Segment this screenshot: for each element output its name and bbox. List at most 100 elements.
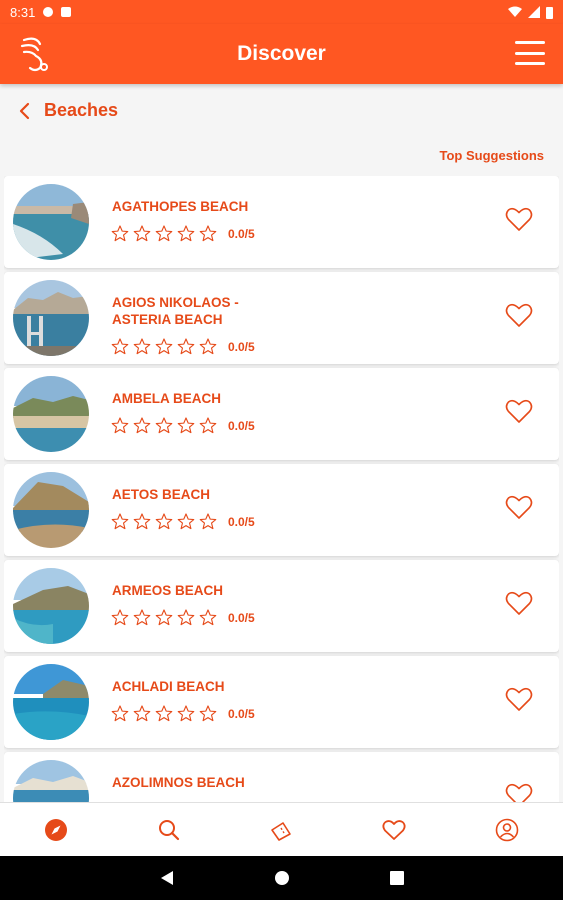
status-bar: 8:31	[0, 0, 563, 24]
menu-icon-line	[515, 51, 545, 55]
star-outline-icon[interactable]	[198, 416, 218, 435]
rating-value: 0.0/5	[228, 339, 255, 354]
wifi-icon	[508, 6, 522, 17]
beach-thumbnail	[13, 760, 89, 802]
nav-profile[interactable]	[487, 810, 527, 850]
system-navigation-bar	[0, 856, 563, 900]
star-outline-icon[interactable]	[176, 608, 196, 627]
rating-value: 0.0/5	[228, 226, 255, 241]
home-circle-icon[interactable]	[274, 870, 290, 886]
beach-name: AZOLIMNOS BEACH	[112, 775, 245, 790]
star-outline-icon[interactable]	[198, 704, 218, 723]
star-outline-icon[interactable]	[110, 416, 130, 435]
nav-favorites[interactable]	[374, 810, 414, 850]
star-outline-icon[interactable]	[198, 512, 218, 531]
back-label: Beaches	[44, 100, 119, 120]
star-outline-icon[interactable]	[198, 224, 218, 243]
beach-card[interactable]: ACHLADI BEACH 0.0/5	[4, 656, 559, 748]
beach-card[interactable]: AETOS BEACH 0.0/5	[4, 464, 559, 556]
search-icon	[158, 819, 179, 840]
menu-icon-line	[515, 41, 545, 44]
beach-card[interactable]: AMBELA BEACH 0.0/5	[4, 368, 559, 460]
favorite-heart-icon[interactable]	[505, 302, 533, 328]
beach-name: ACHLADI BEACH	[112, 679, 225, 694]
star-outline-icon[interactable]	[154, 512, 174, 531]
star-outline-icon[interactable]	[132, 704, 152, 723]
star-rating[interactable]: 0.0/5	[110, 416, 255, 435]
beach-thumbnail	[13, 184, 89, 260]
heart-icon	[382, 819, 406, 840]
favorite-heart-icon[interactable]	[505, 494, 533, 520]
beach-card[interactable]: AGIOS NIKOLAOS - ASTERIA BEACH 0.0/5	[4, 272, 559, 364]
star-outline-icon[interactable]	[132, 608, 152, 627]
star-outline-icon[interactable]	[154, 224, 174, 243]
favorite-heart-icon[interactable]	[505, 206, 533, 232]
star-outline-icon[interactable]	[176, 224, 196, 243]
battery-icon	[546, 6, 553, 19]
bottom-navigation	[0, 802, 563, 856]
nav-tickets[interactable]	[261, 810, 301, 850]
star-outline-icon[interactable]	[154, 416, 174, 435]
beach-thumbnail	[13, 472, 89, 548]
favorite-heart-icon[interactable]	[505, 398, 533, 424]
beach-card[interactable]: ARMEOS BEACH 0.0/5	[4, 560, 559, 652]
beach-card[interactable]: AZOLIMNOS BEACH	[4, 752, 559, 802]
menu-button[interactable]	[515, 41, 545, 65]
rating-value: 0.0/5	[228, 418, 255, 433]
star-outline-icon[interactable]	[132, 416, 152, 435]
page-title: Discover	[237, 42, 326, 65]
star-outline-icon[interactable]	[176, 416, 196, 435]
menu-icon-line	[515, 62, 545, 65]
star-rating[interactable]: 0.0/5	[110, 224, 255, 243]
sd-card-icon	[61, 7, 72, 17]
nav-discover[interactable]	[36, 810, 76, 850]
beach-card[interactable]: AGATHOPES BEACH 0.0/5	[4, 176, 559, 268]
favorite-heart-icon[interactable]	[505, 686, 533, 712]
back-button[interactable]: Beaches	[18, 100, 118, 121]
star-outline-icon[interactable]	[110, 224, 130, 243]
star-outline-icon[interactable]	[110, 608, 130, 627]
top-suggestions-link[interactable]: Top Suggestions	[440, 148, 544, 163]
star-outline-icon[interactable]	[154, 704, 174, 723]
star-outline-icon[interactable]	[110, 512, 130, 531]
star-rating[interactable]: 0.0/5	[110, 704, 255, 723]
beach-list[interactable]: AGATHOPES BEACH 0.0/5 AGIOS NIKOLAOS - A…	[4, 176, 559, 802]
app-bar: Discover	[0, 24, 563, 84]
star-outline-icon[interactable]	[132, 337, 152, 356]
beach-thumbnail	[13, 280, 89, 356]
star-rating[interactable]: 0.0/5	[110, 337, 255, 356]
star-outline-icon[interactable]	[110, 337, 130, 356]
star-rating[interactable]: 0.0/5	[110, 512, 255, 531]
star-outline-icon[interactable]	[198, 337, 218, 356]
status-time: 8:31	[10, 4, 36, 20]
rating-value: 0.0/5	[228, 706, 255, 721]
star-outline-icon[interactable]	[176, 704, 196, 723]
app-notification-icon	[43, 7, 54, 17]
star-outline-icon[interactable]	[154, 337, 174, 356]
chevron-left-icon	[19, 102, 30, 119]
beach-thumbnail	[13, 376, 89, 452]
beach-name: AGIOS NIKOLAOS - ASTERIA BEACH	[112, 295, 239, 327]
profile-icon	[495, 818, 518, 841]
star-outline-icon[interactable]	[132, 512, 152, 531]
ticket-icon	[271, 821, 292, 841]
recents-square-icon[interactable]	[389, 871, 404, 885]
beach-name: ARMEOS BEACH	[112, 583, 224, 598]
back-triangle-icon[interactable]	[160, 870, 174, 886]
app-logo-icon[interactable]	[18, 34, 52, 74]
beach-name: AGATHOPES BEACH	[112, 199, 249, 214]
beach-thumbnail	[13, 568, 89, 644]
rating-value: 0.0/5	[228, 610, 255, 625]
compass-icon	[45, 818, 68, 841]
star-outline-icon[interactable]	[176, 512, 196, 531]
star-outline-icon[interactable]	[154, 608, 174, 627]
star-outline-icon[interactable]	[110, 704, 130, 723]
star-rating[interactable]: 0.0/5	[110, 608, 255, 627]
star-outline-icon[interactable]	[198, 608, 218, 627]
rating-value: 0.0/5	[228, 514, 255, 529]
star-outline-icon[interactable]	[132, 224, 152, 243]
favorite-heart-icon[interactable]	[505, 590, 533, 616]
star-outline-icon[interactable]	[176, 337, 196, 356]
nav-search[interactable]	[149, 810, 189, 850]
favorite-heart-icon[interactable]	[505, 782, 533, 802]
